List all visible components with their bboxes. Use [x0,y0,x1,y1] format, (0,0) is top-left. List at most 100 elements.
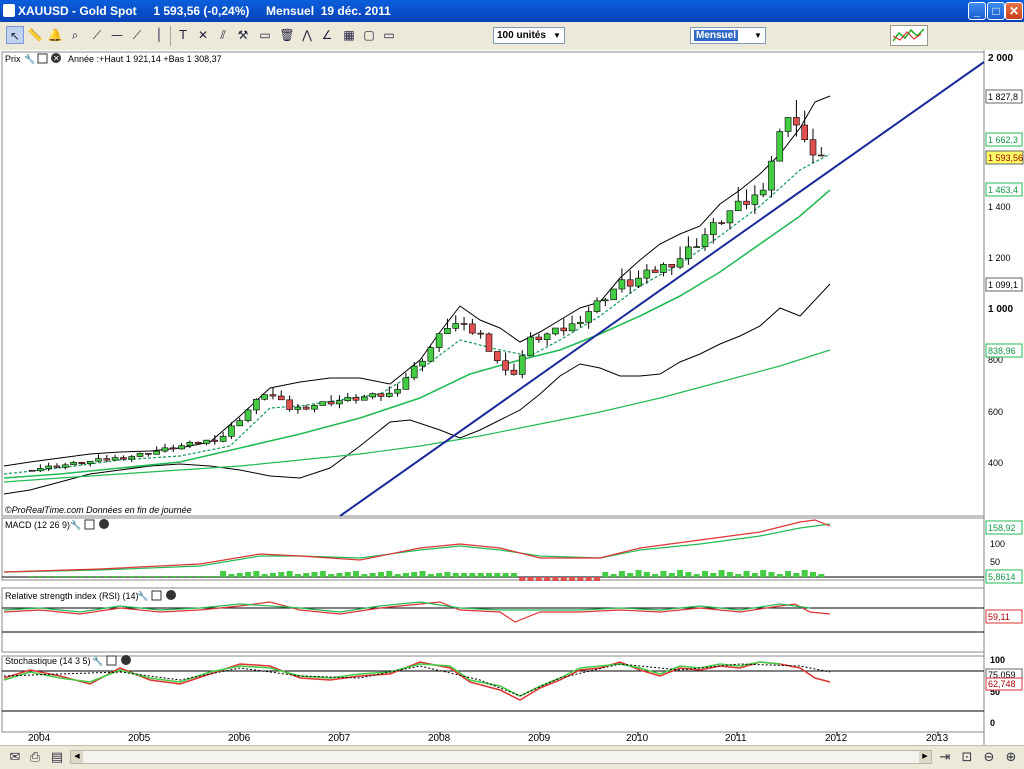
zoom-out-icon[interactable]: ⊖ [980,749,998,766]
period-select[interactable]: Mensuel ▼ [690,27,766,44]
macd-histogram-bar [660,571,667,577]
app-icon [3,4,15,17]
svg-text:✕: ✕ [53,54,60,63]
units-select[interactable]: 100 unités ▼ [493,27,565,44]
wrench-icon[interactable]: 🔧 [70,519,81,530]
line-tool-icon[interactable]: ⟋ [88,26,106,44]
candle-body [211,439,219,442]
macd-histogram-bar [427,574,434,577]
macd-histogram-bar [735,574,742,577]
close-button[interactable]: ✕ [1005,2,1023,20]
macd-histogram-bar [643,572,650,577]
trendline-icon[interactable]: ⟋ [128,26,146,44]
macd-histogram-bar [269,573,276,577]
candle-body [286,399,293,410]
candle-body [668,264,676,268]
hammer-icon[interactable]: ⚒ [234,26,252,44]
candle-body [535,336,543,340]
scroll-right-icon[interactable]: ▶ [919,751,931,763]
candle-body [178,445,185,450]
candle-body [776,131,784,162]
candle-body [45,465,52,469]
candle-body [784,117,792,132]
macd-histogram-bar [793,573,800,577]
ruler-icon[interactable]: 📏 [26,26,44,44]
candle-body [485,333,493,352]
wrench-icon[interactable]: 🔧 [24,53,35,64]
tag-short-ma: 1 662,3 [988,135,1018,145]
candle-body [502,360,509,371]
wrench-icon[interactable]: 🔧 [137,590,148,601]
vertical-line-icon[interactable]: │ [150,26,168,44]
candle-body [352,397,360,401]
fan-icon[interactable]: ⋀ [298,26,316,44]
stoch-y-tick-100: 100 [990,655,1005,665]
macd-histogram-bar [444,572,451,577]
parallel-lines-icon[interactable]: ⫽ [214,26,232,44]
macd-histogram-bar [228,574,235,577]
channel-icon[interactable]: ▭ [256,26,274,44]
tag-stoch-d: 62,748 [988,679,1016,689]
text-tool-icon[interactable]: T [174,26,192,44]
candle-body [552,327,559,335]
macd-histogram-bar [261,574,268,577]
tag-rsi: 59,11 [988,612,1010,622]
grid-icon[interactable]: ▦ [340,26,358,44]
chart-style-icon[interactable] [890,25,928,46]
close-panel-icon[interactable] [99,519,109,529]
candle-body [136,453,144,457]
alarm-bell-icon[interactable]: 🔔 [46,26,64,44]
title-bar: XAUUSD - Gold Spot 1 593,56 (-0,24%) Men… [0,0,1024,22]
macd-histogram-bar [652,574,659,577]
rectangle-icon[interactable]: ▢ [360,26,378,44]
candle-body [219,436,227,442]
units-value: 100 unités [497,30,546,41]
minimize-button[interactable]: _ [968,2,986,20]
candle-body [452,323,460,329]
wrench-icon[interactable]: 🔧 [92,655,103,666]
delete-icon[interactable]: 🗑 [278,26,296,44]
macd-histogram-bar [760,570,767,577]
chart-area[interactable]: Prix 🔧 ✕ Année :+Haut 1 921,14 +Bas 1 30… [0,50,1024,745]
macd-histogram-bar [336,573,343,577]
macd-histogram-bar [211,576,218,577]
macd-histogram-bar [635,570,642,577]
angle-icon[interactable]: ∠ [318,26,336,44]
maximize-button[interactable]: □ [987,2,1005,20]
mail-icon[interactable]: ✉ [6,749,24,766]
macd-histogram-bar [353,571,360,577]
candle-body [327,401,335,405]
macd-histogram-bar [602,572,609,577]
horizontal-scrollbar[interactable]: ◀ ▶ [70,750,932,764]
pointer-icon[interactable]: ↖ [6,26,24,44]
scroll-left-icon[interactable]: ◀ [71,751,83,763]
zoom-in-icon[interactable]: ⊕ [1002,749,1020,766]
tag-bollinger-upper: 1 827,8 [988,92,1018,102]
candle-body [651,269,659,273]
fibonacci-icon[interactable]: ✕ [194,26,212,44]
save-icon[interactable]: ▤ [48,749,66,766]
macd-histogram-bar [128,576,135,577]
candle-body [809,139,817,156]
macd-histogram-bar [436,573,443,577]
zoom-icon[interactable]: ⌕ [66,26,84,44]
macd-histogram-bar [519,577,526,581]
close-panel-icon[interactable] [121,655,131,665]
scroll-end-icon[interactable]: ⇥ [936,749,954,766]
price-chart[interactable]: Prix 🔧 ✕ Année :+Haut 1 921,14 +Bas 1 30… [0,50,1024,745]
macd-histogram-bar [70,576,77,577]
candle-body [111,457,119,461]
print-icon[interactable]: ⎙ [26,749,44,766]
tag-long-ma: 838,96 [988,346,1016,356]
candle-body [460,323,468,325]
macd-histogram-bar [776,574,783,577]
ellipse-icon[interactable]: ▭ [380,26,398,44]
tag-macd: 158,92 [988,523,1016,533]
candle-body [344,397,352,401]
candle-body [818,154,825,157]
zoom-fit-icon[interactable]: ⊡ [958,749,976,766]
candle-body [186,441,194,446]
horizontal-line-icon[interactable]: — [108,26,126,44]
close-panel-icon[interactable] [166,590,176,600]
macd-histogram-bar [411,572,418,577]
